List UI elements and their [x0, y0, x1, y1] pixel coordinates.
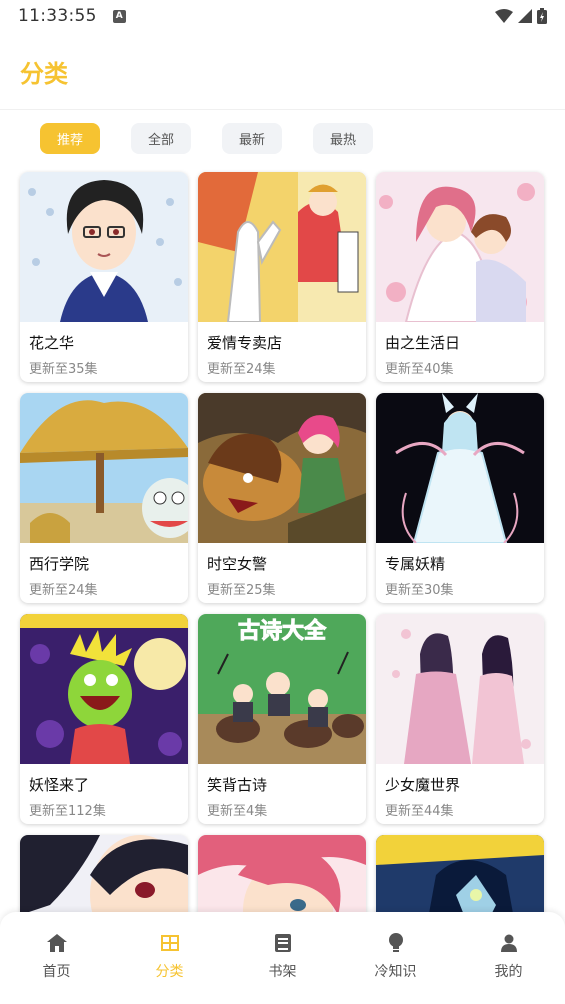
comic-update: 更新至30集 [385, 583, 454, 598]
lightbulb-icon [385, 932, 407, 954]
signal-icon [518, 9, 532, 23]
grid-icon [159, 932, 181, 954]
comic-grid: 花之华 更新至35集 爱情专卖店 更新至24集 由之生活日 更新至40集 西行学… [20, 172, 546, 1004]
battery-icon [537, 8, 547, 24]
comic-card[interactable]: 西行学院 更新至24集 [20, 393, 188, 603]
status-time: 11:33:55 [18, 6, 97, 26]
book-icon [272, 932, 294, 954]
page-title: 分类 [20, 60, 68, 88]
comic-card[interactable]: 妖怪来了 更新至112集 [20, 614, 188, 824]
nav-profile[interactable]: 我的 [452, 912, 565, 1004]
nav-label: 冷知识 [374, 964, 417, 980]
nav-category[interactable]: 分类 [113, 912, 226, 1004]
notification-icon: A [112, 9, 126, 23]
wifi-icon [495, 9, 513, 23]
status-bar: 11:33:55 A [0, 0, 565, 32]
comic-title: 时空女警 [207, 555, 268, 573]
comic-cover-image [376, 393, 544, 543]
comic-update: 更新至112集 [29, 804, 106, 819]
comic-title: 笑背古诗 [207, 776, 268, 794]
status-icons [495, 8, 547, 24]
filter-tabs: 推荐 全部 最新 最热 [40, 123, 373, 154]
home-icon [46, 932, 68, 954]
comic-update: 更新至25集 [207, 583, 276, 598]
comic-card[interactable]: 古诗大全 笑背古诗 更新至4集 [198, 614, 366, 824]
comic-cover-image: 古诗大全 [198, 614, 366, 764]
comic-card[interactable]: 由之生活日 更新至40集 [376, 172, 544, 382]
nav-label: 我的 [494, 964, 523, 980]
comic-card[interactable]: 时空女警 更新至25集 [198, 393, 366, 603]
comic-title: 妖怪来了 [29, 776, 90, 794]
nav-trivia[interactable]: 冷知识 [339, 912, 452, 1004]
comic-card[interactable]: 专属妖精 更新至30集 [376, 393, 544, 603]
comic-update: 更新至4集 [207, 804, 268, 819]
comic-cover-image [376, 614, 544, 764]
cover-title-text: 古诗大全 [238, 618, 327, 644]
comic-title: 花之华 [29, 334, 75, 352]
comic-update: 更新至24集 [207, 362, 276, 377]
comic-card[interactable]: 花之华 更新至35集 [20, 172, 188, 382]
comic-cover-image [376, 172, 544, 322]
comic-title: 西行学院 [29, 555, 90, 573]
filter-hottest[interactable]: 最热 [313, 123, 373, 154]
comic-cover-image [20, 172, 188, 322]
comic-cover-image [20, 614, 188, 764]
filter-newest[interactable]: 最新 [222, 123, 282, 154]
page-header: 分类 [0, 32, 565, 110]
comic-cover-image [198, 172, 366, 322]
comic-update: 更新至44集 [385, 804, 454, 819]
filter-recommended[interactable]: 推荐 [40, 123, 100, 154]
nav-label: 书架 [268, 964, 297, 980]
comic-card[interactable]: 爱情专卖店 更新至24集 [198, 172, 366, 382]
comic-cover-image [20, 393, 188, 543]
comic-title: 爱情专卖店 [207, 334, 283, 352]
comic-title: 专属妖精 [385, 555, 446, 573]
person-icon [498, 932, 520, 954]
comic-update: 更新至35集 [29, 362, 98, 377]
comic-card[interactable]: 少女魔世界 更新至44集 [376, 614, 544, 824]
comic-title: 由之生活日 [385, 334, 461, 352]
comic-title: 少女魔世界 [385, 776, 461, 794]
comic-cover-image [198, 393, 366, 543]
nav-home[interactable]: 首页 [0, 912, 113, 1004]
nav-label: 首页 [42, 964, 71, 980]
bottom-nav: 首页 分类 书架 冷知识 我的 [0, 912, 565, 1004]
comic-update: 更新至40集 [385, 362, 454, 377]
comic-update: 更新至24集 [29, 583, 98, 598]
filter-all[interactable]: 全部 [131, 123, 191, 154]
nav-bookshelf[interactable]: 书架 [226, 912, 339, 1004]
nav-label: 分类 [155, 964, 184, 980]
